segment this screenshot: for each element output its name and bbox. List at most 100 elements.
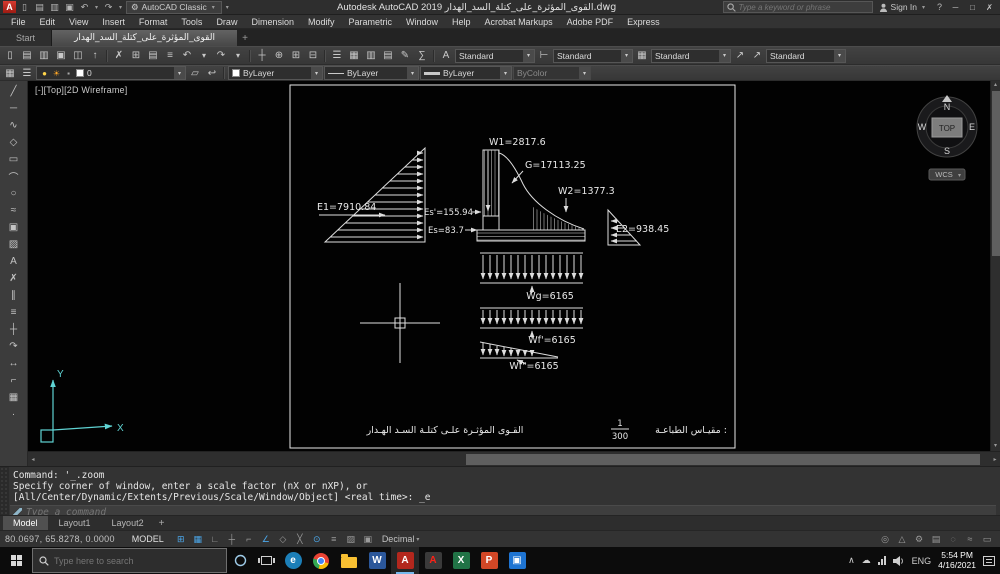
viewport-controls[interactable]: [-][Top][2D Wireframe]	[35, 85, 127, 95]
command-panel-grip[interactable]	[0, 467, 9, 516]
offset-tool-icon[interactable]: ≡	[3, 304, 25, 321]
ortho-icon[interactable]: ⌐	[241, 533, 257, 546]
grid-icon[interactable]: ⊞	[173, 533, 189, 546]
erase-tool-icon[interactable]: ✗	[3, 270, 25, 287]
minimize-button[interactable]: ─	[948, 1, 963, 14]
dim-style-manager-icon[interactable]: ⊢	[536, 49, 552, 63]
design-center-icon[interactable]: ▦	[346, 49, 362, 63]
table-style-combo[interactable]: Standard ▾	[651, 49, 731, 63]
snap-mode-icon[interactable]: ▦	[190, 533, 206, 546]
graphics-performance-icon[interactable]: ≈	[962, 533, 978, 546]
layer-previous-icon[interactable]: ↩	[204, 66, 220, 80]
polar-tracking-icon[interactable]: ∠	[258, 533, 274, 546]
array-tool-icon[interactable]: ▦	[3, 389, 25, 406]
zoom-realtime-icon[interactable]: ⊕	[271, 49, 287, 63]
sign-in-button[interactable]: Sign In ▾	[875, 2, 931, 12]
mirror-tool-icon[interactable]: ∥	[3, 287, 25, 304]
compass-west[interactable]: W	[918, 122, 927, 132]
plot-tool-icon[interactable]: ▣	[53, 49, 69, 63]
redo-dropdown-icon[interactable]: ▾	[117, 4, 124, 11]
new-layout-button[interactable]: +	[155, 518, 169, 529]
taskbar-app-acrobat[interactable]: A	[419, 547, 447, 574]
match-properties-icon[interactable]: ≡	[162, 49, 178, 63]
save-tool-icon[interactable]: ▥	[36, 49, 52, 63]
scroll-right-icon[interactable]: ▸	[990, 456, 1000, 463]
osnap-icon[interactable]: ⊙	[309, 533, 325, 546]
taskbar-app-autocad[interactable]: A	[391, 547, 419, 574]
qat-overflow-icon[interactable]: ▾	[224, 4, 231, 11]
compass-east[interactable]: E	[969, 122, 975, 132]
horizontal-scrollbar[interactable]: ◂ ▸	[28, 451, 1000, 466]
insert-block-tool-icon[interactable]: ▣	[3, 219, 25, 236]
move-tool-icon[interactable]: ┼	[3, 321, 25, 338]
help-icon[interactable]: ?	[933, 1, 946, 14]
menu-tools[interactable]: Tools	[174, 17, 209, 27]
compass-north[interactable]: N	[944, 102, 951, 112]
help-search-input[interactable]	[739, 3, 869, 12]
properties-icon[interactable]: ☰	[329, 49, 345, 63]
task-view-button[interactable]	[253, 547, 279, 574]
undo-dropdown-icon[interactable]: ▾	[93, 4, 100, 11]
menu-window[interactable]: Window	[399, 17, 445, 27]
line-tool-icon[interactable]: ╱	[3, 83, 25, 100]
taskbar-app-chrome[interactable]	[307, 547, 335, 574]
layer-states-icon[interactable]: ☰	[19, 66, 35, 80]
osnap-tracking-icon[interactable]: ╳	[292, 533, 308, 546]
make-object-layer-current-icon[interactable]: ▱	[187, 66, 203, 80]
polygon-tool-icon[interactable]: ◇	[3, 134, 25, 151]
tab-document[interactable]: القوى_المؤثرة_على_كتلة_السد_الهدار	[52, 30, 237, 46]
lineweight-display-icon[interactable]: ≡	[326, 533, 342, 546]
revision-cloud-tool-icon[interactable]: ≈	[3, 202, 25, 219]
plot-preview-icon[interactable]: ◫	[70, 49, 86, 63]
polyline-tool-icon[interactable]: ∿	[3, 117, 25, 134]
text-tool-icon[interactable]: A	[3, 253, 25, 270]
circle-tool-icon[interactable]: ○	[3, 185, 25, 202]
dim-style-combo[interactable]: Standard ▾	[553, 49, 633, 63]
help-search-box[interactable]	[723, 1, 873, 13]
scale-tool-icon[interactable]: ↔	[3, 355, 25, 372]
undo-tool-icon[interactable]: ↶	[179, 49, 195, 63]
network-icon[interactable]	[878, 556, 886, 565]
redo-tool-icon[interactable]: ↷	[213, 49, 229, 63]
save-icon[interactable]: ▥	[48, 1, 61, 14]
action-center-icon[interactable]	[983, 556, 995, 566]
taskbar-app-excel[interactable]: X	[447, 547, 475, 574]
qnew-tool-icon[interactable]: ▯	[2, 49, 18, 63]
taskbar-search-input[interactable]	[54, 556, 220, 566]
workspace-switching-icon[interactable]: ⚙	[911, 533, 927, 546]
taskbar-app-powerpoint[interactable]: P	[475, 547, 503, 574]
tool-palettes-icon[interactable]: ▥	[363, 49, 379, 63]
tab-layout2[interactable]: Layout2	[102, 516, 154, 530]
taskbar-app-photos[interactable]: ▣	[503, 547, 531, 574]
maximize-button[interactable]: □	[965, 1, 980, 14]
redo-icon[interactable]: ↷	[102, 1, 115, 14]
horizontal-scroll-thumb[interactable]	[466, 454, 980, 465]
units-dropdown[interactable]: Decimal ▾	[377, 534, 425, 544]
scroll-up-icon[interactable]: ▴	[991, 81, 1000, 90]
start-button[interactable]	[0, 547, 32, 574]
autocad-app-button[interactable]: A	[3, 1, 16, 13]
dynamic-input-icon[interactable]: ┼	[224, 533, 240, 546]
taskbar-app-word[interactable]: W	[363, 547, 391, 574]
linetype-combo[interactable]: ByLayer ▾	[324, 66, 419, 80]
multileader-edit-icon[interactable]: ↗	[749, 49, 765, 63]
language-indicator[interactable]: ENG	[912, 556, 932, 566]
publish-icon[interactable]: ↑	[87, 49, 103, 63]
construction-line-tool-icon[interactable]: ─	[3, 100, 25, 117]
pan-icon[interactable]: ┼	[254, 49, 270, 63]
taskbar-app-edge[interactable]: e	[279, 547, 307, 574]
menu-format[interactable]: Format	[132, 17, 175, 27]
selection-cycling-icon[interactable]: ▣	[360, 533, 376, 546]
rectangle-tool-icon[interactable]: ▭	[3, 151, 25, 168]
open-icon[interactable]: ▤	[33, 1, 46, 14]
text-style-manager-icon[interactable]: A	[438, 49, 454, 63]
mleader-style-combo[interactable]: Standard ▾	[766, 49, 846, 63]
transparency-icon[interactable]: ▨	[343, 533, 359, 546]
undo-list-icon[interactable]: ▾	[196, 49, 212, 63]
scroll-left-icon[interactable]: ◂	[28, 456, 38, 463]
tab-start[interactable]: Start	[0, 30, 52, 46]
menu-edit[interactable]: Edit	[33, 17, 63, 27]
taskbar-clock[interactable]: 5:54 PM 4/16/2021	[938, 551, 976, 570]
menu-modify[interactable]: Modify	[301, 17, 342, 27]
menu-express[interactable]: Express	[620, 17, 667, 27]
